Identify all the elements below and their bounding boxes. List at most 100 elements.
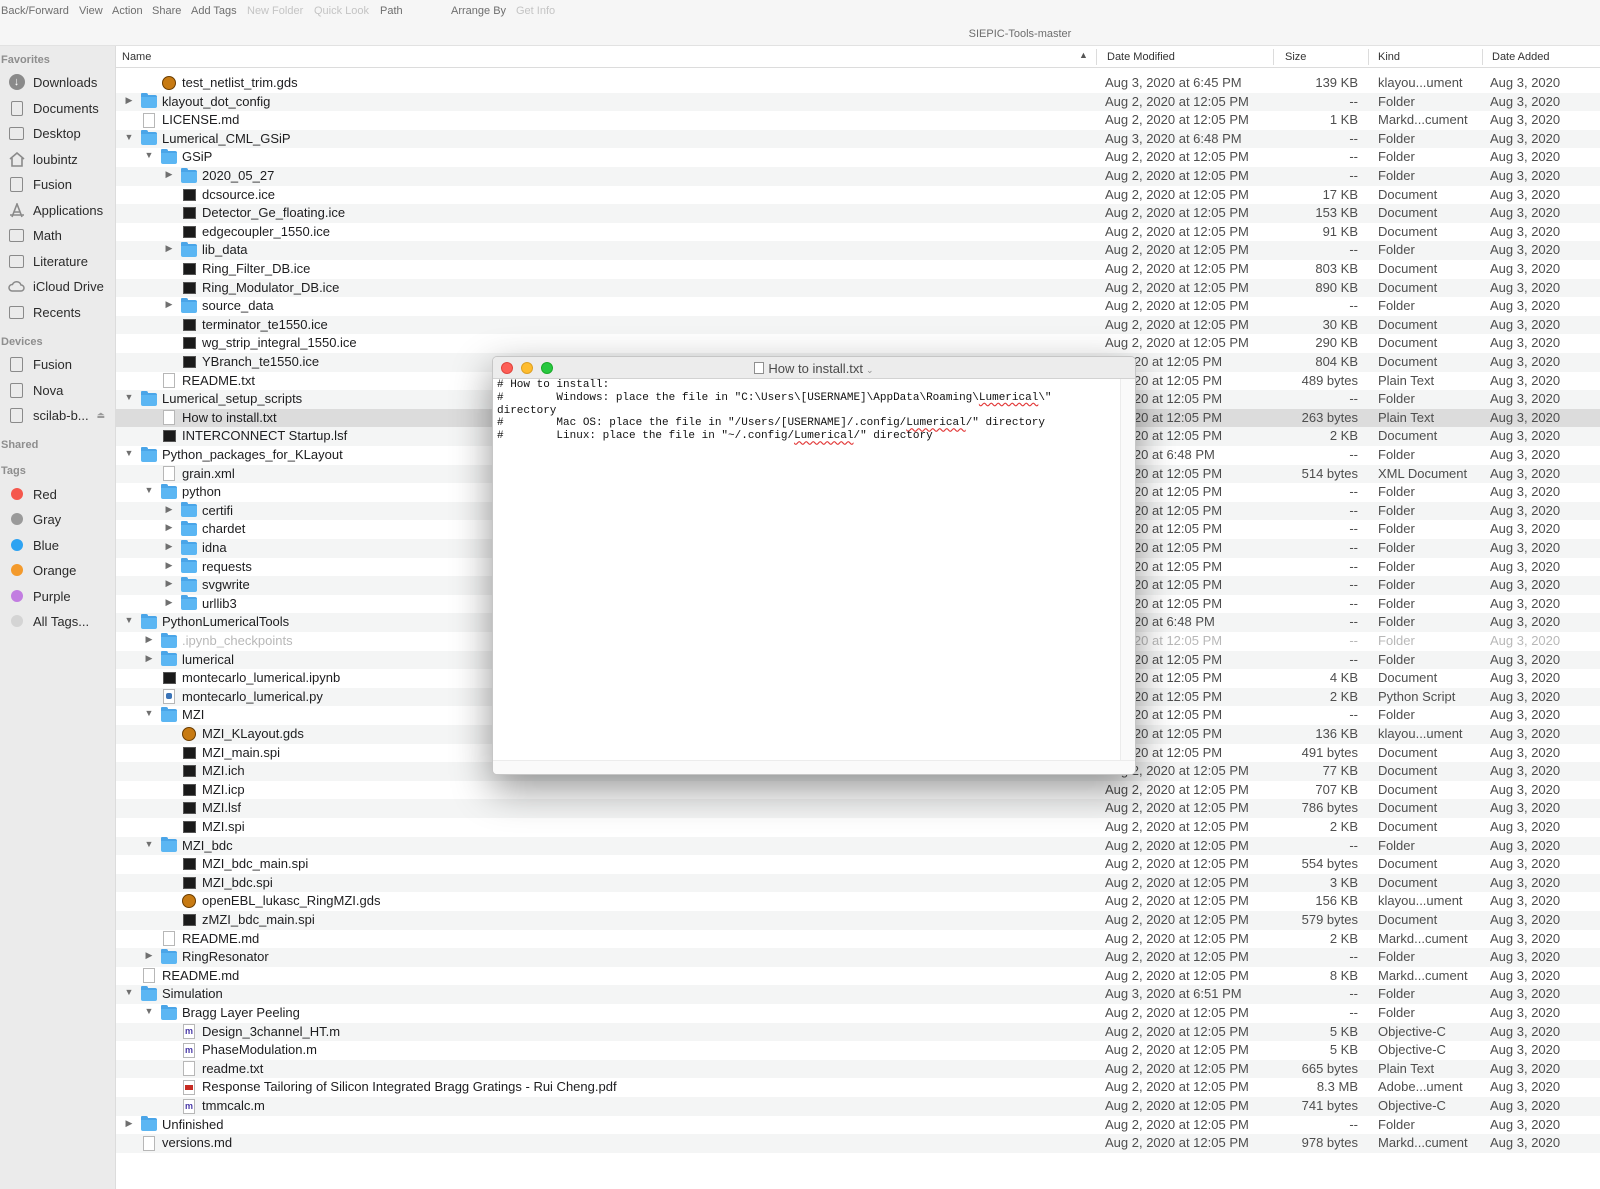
sidebar-item-device-scilab[interactable]: scilab-b... ⏏	[7, 404, 113, 426]
view-button[interactable]: View	[79, 5, 103, 17]
file-row[interactable]: readme.txt Aug 2, 2020 at 12:05 PM 665 byt…	[116, 1059, 1600, 1079]
disclosure-closed-icon[interactable]: ▶	[164, 504, 174, 515]
textedit-titlebar[interactable]: How to install.txt ⌄	[493, 357, 1135, 379]
disclosure-closed-icon[interactable]: ▶	[124, 1118, 134, 1129]
file-row[interactable]: README.md Aug 2, 2020 at 12:05 PM 2 KB Mark…	[116, 930, 1600, 949]
file-row[interactable]: ▼ Simulation Aug 3, 2020 at 6:51 PM -- Folde…	[116, 985, 1600, 1004]
file-row[interactable]: ▼ Bragg Layer Peeling Aug 2, 2020 at 12:05…	[116, 1004, 1600, 1023]
disclosure-open-icon[interactable]: ▼	[144, 485, 154, 495]
file-row[interactable]: edgecoupler_1550.ice Aug 2, 2020 at 12:05…	[116, 223, 1600, 242]
file-row[interactable]: MZI_bdc.spi Aug 2, 2020 at 12:05 PM 3 KB Do…	[116, 873, 1600, 893]
sidebar-item-recents[interactable]: Recents	[7, 301, 113, 323]
disclosure-open-icon[interactable]: ▼	[124, 448, 134, 458]
sidebar-tag-orange[interactable]: Orange	[7, 559, 113, 581]
column-header-name[interactable]: Name	[122, 51, 151, 63]
disclosure-open-icon[interactable]: ▼	[124, 132, 134, 142]
disclosure-open-icon[interactable]: ▼	[144, 150, 154, 160]
disclosure-closed-icon[interactable]: ▶	[164, 243, 174, 254]
disclosure-closed-icon[interactable]: ▶	[164, 169, 174, 180]
vertical-scrollbar[interactable]	[1120, 379, 1135, 761]
file-row[interactable]: MZI.icp Aug 2, 2020 at 12:05 PM 707 KB Docu…	[116, 781, 1600, 800]
file-row[interactable]: dcsource.ice Aug 2, 2020 at 12:05 PM 17 KB…	[116, 186, 1600, 205]
file-row[interactable]: terminator_te1550.ice Aug 2, 2020 at 12:0…	[116, 315, 1600, 335]
quick-look-button[interactable]: Quick Look	[314, 5, 369, 17]
disclosure-open-icon[interactable]: ▼	[124, 615, 134, 625]
file-row[interactable]: ▶ klayout_dot_config Aug 2, 2020 at 12:05 …	[116, 92, 1600, 112]
sidebar-tag-gray[interactable]: Gray	[7, 508, 113, 530]
file-row[interactable]: MZI.spi Aug 2, 2020 at 12:05 PM 2 KB Docume…	[116, 818, 1600, 837]
textedit-content[interactable]: # How to install: # Windows: place the f…	[493, 379, 1121, 761]
path-button[interactable]: Path	[380, 5, 403, 17]
textedit-title[interactable]: How to install.txt ⌄	[493, 361, 1135, 376]
sidebar-item-documents[interactable]: Documents	[7, 97, 113, 119]
sidebar-item-literature[interactable]: Literature	[7, 250, 113, 272]
disclosure-open-icon[interactable]: ▼	[124, 987, 134, 997]
file-row[interactable]: openEBL_lukasc_RingMZI.gds Aug 2, 2020 at…	[116, 892, 1600, 911]
file-row[interactable]: m Design_3channel_HT.m Aug 2, 2020 at 12:0…	[116, 1022, 1600, 1042]
sidebar-item-icloud-drive[interactable]: iCloud Drive	[7, 275, 113, 297]
get-info-button[interactable]: Get Info	[516, 5, 555, 17]
sidebar-item-fusion[interactable]: Fusion	[7, 173, 113, 195]
column-header-size[interactable]: Size	[1285, 51, 1306, 63]
file-row[interactable]: m tmmcalc.m Aug 2, 2020 at 12:05 PM 741 byt…	[116, 1097, 1600, 1116]
file-row[interactable]: Response Tailoring of Silicon Integrated…	[116, 1078, 1600, 1097]
file-row[interactable]: MZI_bdc_main.spi Aug 2, 2020 at 12:05 PM 5…	[116, 855, 1600, 874]
textedit-window[interactable]: How to install.txt ⌄ # How to install: # …	[492, 356, 1136, 775]
disclosure-closed-icon[interactable]: ▶	[164, 597, 174, 608]
disclosure-open-icon[interactable]: ▼	[124, 392, 134, 402]
disclosure-closed-icon[interactable]: ▶	[144, 634, 154, 645]
column-header-date-modified[interactable]: Date Modified	[1107, 51, 1175, 63]
sidebar-item-home[interactable]: loubintz	[7, 148, 113, 170]
sidebar-item-device-fusion[interactable]: Fusion	[7, 353, 113, 375]
sidebar-item-math[interactable]: Math	[7, 224, 113, 246]
share-button[interactable]: Share	[152, 5, 181, 17]
file-row[interactable]: ▼ Lumerical_CML_GSiP Aug 3, 2020 at 6:48 P…	[116, 129, 1600, 149]
new-folder-button[interactable]: New Folder	[247, 5, 303, 17]
disclosure-closed-icon[interactable]: ▶	[124, 95, 134, 106]
disclosure-closed-icon[interactable]: ▶	[144, 950, 154, 961]
file-row[interactable]: ▶ 2020_05_27 Aug 2, 2020 at 12:05 PM -- Fold…	[116, 167, 1600, 186]
file-row[interactable]: wg_strip_integral_1550.ice Aug 2, 2020 at…	[116, 334, 1600, 353]
file-row[interactable]: ▶ Unfinished Aug 2, 2020 at 12:05 PM -- Fold…	[116, 1116, 1600, 1135]
file-row[interactable]: ▶ RingResonator Aug 2, 2020 at 12:05 PM -- F…	[116, 948, 1600, 967]
sidebar-item-applications[interactable]: Applications	[7, 199, 113, 221]
sidebar-all-tags[interactable]: All Tags...	[7, 610, 113, 632]
sidebar-tag-red[interactable]: Red	[7, 483, 113, 505]
file-row[interactable]: LICENSE.md Aug 2, 2020 at 12:05 PM 1 KB Mar…	[116, 111, 1600, 130]
disclosure-open-icon[interactable]: ▼	[144, 839, 154, 849]
arrange-by-button[interactable]: Arrange By	[451, 5, 506, 17]
file-row[interactable]: ▼ GSiP Aug 2, 2020 at 12:05 PM -- Folder Aug …	[116, 148, 1600, 167]
file-row[interactable]: zMZI_bdc_main.spi Aug 2, 2020 at 12:05 PM…	[116, 911, 1600, 930]
back-forward-button[interactable]: Back/Forward	[1, 5, 69, 17]
horizontal-scrollbar[interactable]	[493, 760, 1135, 774]
file-row[interactable]: versions.md Aug 2, 2020 at 12:05 PM 978 by…	[116, 1134, 1600, 1153]
sidebar-item-desktop[interactable]: Desktop	[7, 122, 113, 144]
action-button[interactable]: Action	[112, 5, 143, 17]
disclosure-closed-icon[interactable]: ▶	[144, 653, 154, 664]
column-header-date-added[interactable]: Date Added	[1492, 51, 1550, 63]
eject-icon[interactable]: ⏏	[96, 410, 105, 421]
file-row[interactable]: MZI.lsf Aug 2, 2020 at 12:05 PM 786 bytes D…	[116, 799, 1600, 818]
file-row[interactable]: Ring_Modulator_DB.ice Aug 2, 2020 at 12:0…	[116, 278, 1600, 298]
file-row[interactable]: Detector_Ge_floating.ice Aug 2, 2020 at 1…	[116, 204, 1600, 223]
file-row[interactable]: Ring_Filter_DB.ice Aug 2, 2020 at 12:05 P…	[116, 260, 1600, 279]
disclosure-closed-icon[interactable]: ▶	[164, 522, 174, 533]
file-row[interactable]: ▶ source_data Aug 2, 2020 at 12:05 PM -- Fol…	[116, 297, 1600, 316]
column-header-kind[interactable]: Kind	[1378, 51, 1400, 63]
disclosure-closed-icon[interactable]: ▶	[164, 560, 174, 571]
file-row[interactable]: test_netlist_trim.gds Aug 3, 2020 at 6:45…	[116, 74, 1600, 93]
disclosure-open-icon[interactable]: ▼	[144, 708, 154, 718]
file-row[interactable]: ▶ lib_data Aug 2, 2020 at 12:05 PM -- Folder…	[116, 241, 1600, 260]
disclosure-closed-icon[interactable]: ▶	[164, 541, 174, 552]
disclosure-open-icon[interactable]: ▼	[144, 1006, 154, 1016]
file-row[interactable]: m PhaseModulation.m Aug 2, 2020 at 12:05 P…	[116, 1041, 1600, 1060]
disclosure-closed-icon[interactable]: ▶	[164, 299, 174, 310]
file-row[interactable]: ▼ MZI_bdc Aug 2, 2020 at 12:05 PM -- Folder A…	[116, 836, 1600, 856]
sidebar-item-device-nova[interactable]: Nova	[7, 379, 113, 401]
sidebar-tag-purple[interactable]: Purple	[7, 585, 113, 607]
add-tags-button[interactable]: Add Tags	[191, 5, 237, 17]
disclosure-closed-icon[interactable]: ▶	[164, 578, 174, 589]
file-row[interactable]: README.md Aug 2, 2020 at 12:05 PM 8 KB Mark…	[116, 967, 1600, 986]
sidebar-item-downloads[interactable]: ↓ Downloads	[7, 71, 113, 93]
sidebar-tag-blue[interactable]: Blue	[7, 534, 113, 556]
